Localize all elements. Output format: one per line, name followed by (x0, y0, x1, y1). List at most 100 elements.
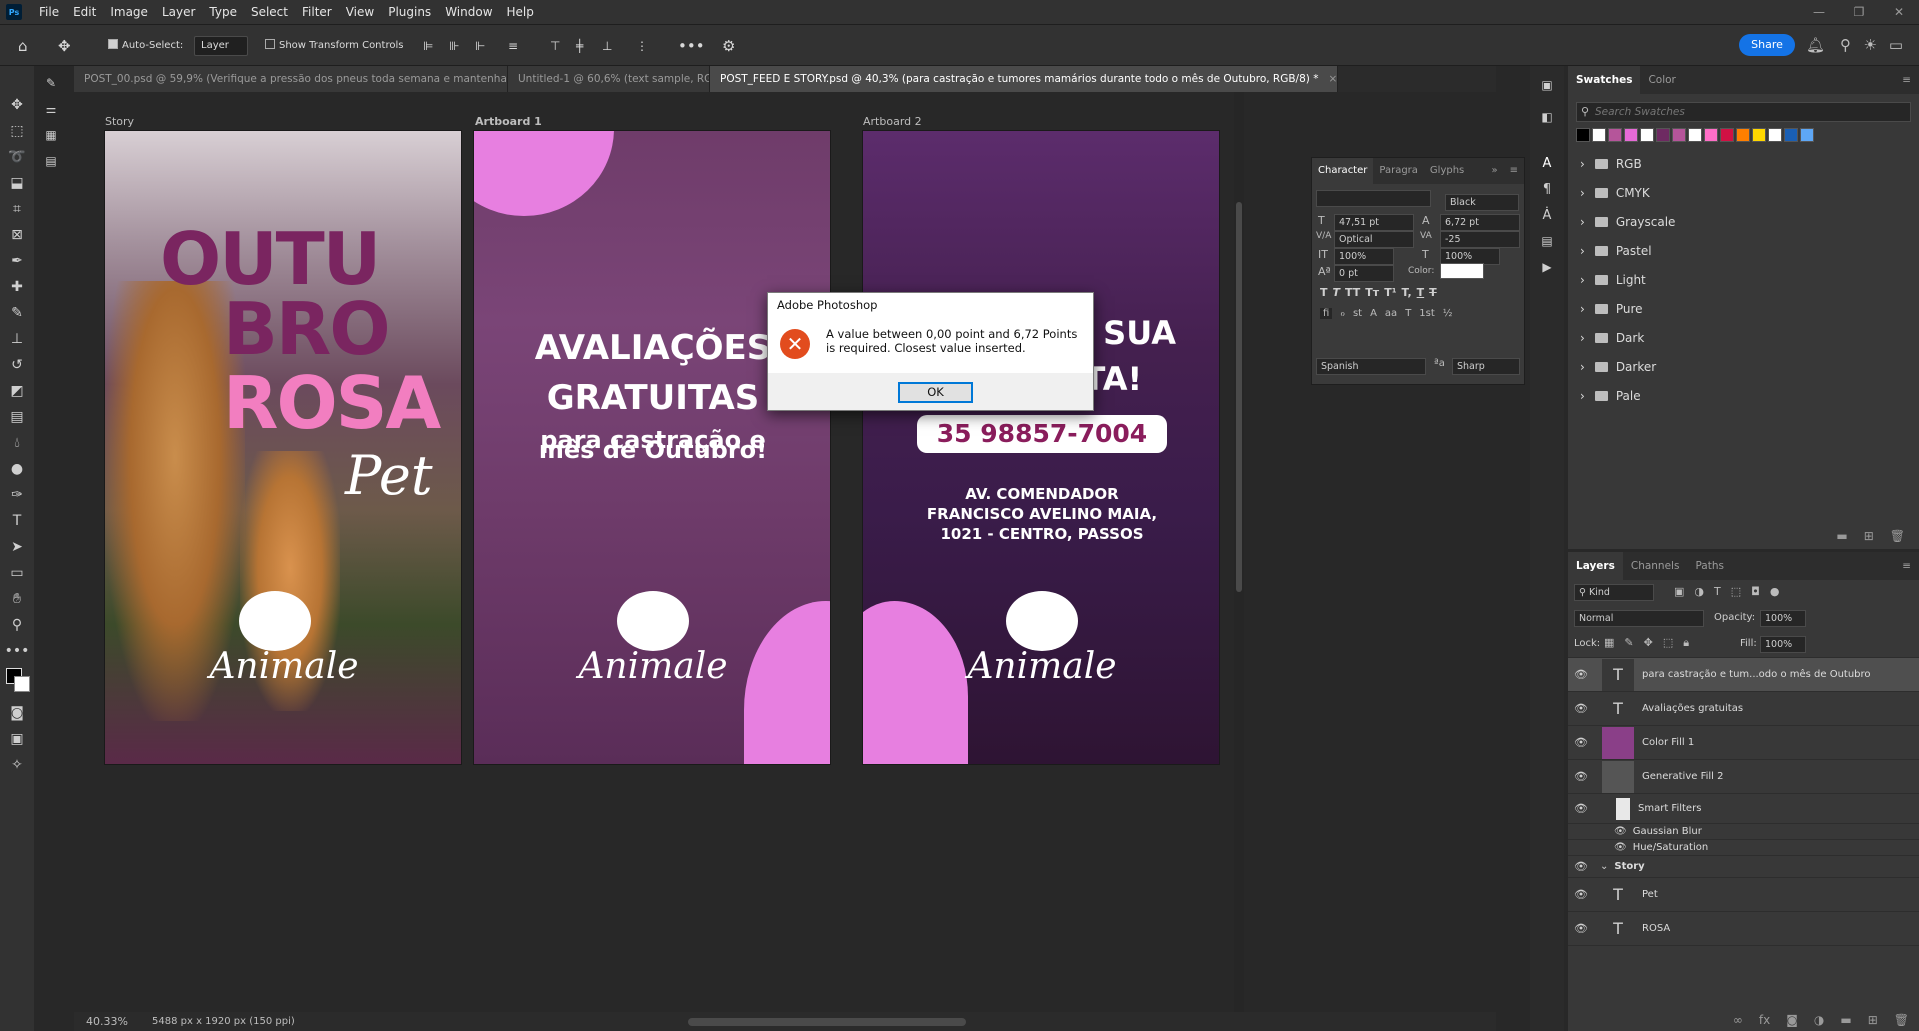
lock-position-icon[interactable]: ✥ (1644, 636, 1653, 650)
menu-type[interactable]: Type (202, 5, 244, 19)
superscript-button[interactable]: T¹ (1384, 286, 1396, 299)
tab-color[interactable]: Color (1640, 66, 1683, 94)
align-right-icon[interactable]: ⊩ (475, 25, 485, 67)
visibility-eye-icon[interactable]: 👁︎ (1568, 702, 1594, 715)
alt-ligatures-button[interactable]: ℴ (1340, 308, 1345, 319)
clone-stamp-tool-icon[interactable]: ⊥ (0, 326, 34, 352)
discover-icon[interactable]: ☀ (1864, 24, 1877, 66)
swatch-chip[interactable] (1640, 128, 1654, 142)
artboard-story[interactable]: OUTU BRO ROSA Pet Animale (104, 130, 462, 765)
crop-tool-icon[interactable]: ⌗ (0, 196, 34, 222)
visibility-eye-icon[interactable]: 👁︎ (1568, 668, 1594, 681)
opacity-field[interactable]: 100% (1760, 610, 1806, 627)
frame-tool-icon[interactable]: ⊠ (0, 222, 34, 248)
hand-tool-icon[interactable]: ✋︎ (0, 586, 34, 612)
screen-mode-icon[interactable]: ▣ (0, 726, 34, 752)
menu-window[interactable]: Window (438, 5, 499, 19)
fx-icon[interactable]: fx (1759, 1013, 1770, 1027)
artboard-label-1[interactable]: Artboard 1 (475, 115, 542, 128)
filter-toggle-icon[interactable]: ● (1770, 585, 1780, 598)
swatch-folder[interactable]: › Light (1568, 266, 1919, 295)
filter-smart-icon[interactable]: ◘ (1751, 585, 1760, 598)
anti-alias-select[interactable]: Sharp (1452, 358, 1520, 375)
chevron-right-icon[interactable]: › (1580, 157, 1585, 171)
contextual-button[interactable]: T (1405, 308, 1411, 319)
restore-icon[interactable]: ❐ (1839, 0, 1879, 24)
swatch-folder[interactable]: › Pure (1568, 295, 1919, 324)
adjust-icon[interactable]: ⚌ (40, 96, 62, 122)
swatch-search[interactable]: ⚲ (1576, 102, 1911, 122)
align-middle-icon[interactable]: ╪ (576, 25, 583, 67)
tab-post-00[interactable]: POST_00.psd @ 59,9% (Verifique a pressão… (74, 66, 508, 92)
glyphs-panel-icon[interactable]: Ȧ (1530, 202, 1564, 228)
move-tool-icon[interactable]: ✥ (0, 92, 34, 118)
titling-button[interactable]: aa (1385, 308, 1397, 319)
delete-icon[interactable]: 🗑︎ (1890, 529, 1905, 543)
object-select-tool-icon[interactable]: ⬓ (0, 170, 34, 196)
tab-layers[interactable]: Layers (1568, 552, 1623, 580)
menu-edit[interactable]: Edit (66, 5, 103, 19)
swash-button[interactable]: A (1370, 308, 1377, 319)
language-select[interactable]: Spanish (1316, 358, 1426, 375)
align-bottom-icon[interactable]: ⊥ (602, 25, 612, 67)
zoom-level[interactable]: 40.33% (86, 1015, 128, 1028)
visibility-eye-icon[interactable]: 👁︎ (1568, 922, 1594, 935)
photoshop-app-icon[interactable]: Ps (6, 4, 22, 20)
type-tool-icon[interactable]: T (0, 508, 34, 534)
swatch-chip[interactable] (1704, 128, 1718, 142)
layer-row[interactable]: 👁︎ ⌄ Story (1568, 856, 1919, 878)
edit-toolbar-icon[interactable]: ••• (0, 638, 34, 664)
layer-row[interactable]: 👁︎ T ROSA (1568, 912, 1919, 946)
chevron-right-icon[interactable]: › (1580, 244, 1585, 258)
gear-icon[interactable]: ⚙ (722, 25, 735, 67)
layer-row[interactable]: 👁︎ Generative Fill 2 (1568, 760, 1919, 794)
tab-glyphs[interactable]: Glyphs (1424, 158, 1470, 184)
menu-file[interactable]: File (32, 5, 66, 19)
tab-paths[interactable]: Paths (1687, 552, 1732, 580)
swatch-chip[interactable] (1736, 128, 1750, 142)
tab-post-feed-story[interactable]: POST_FEED E STORY.psd @ 40,3% (para cast… (710, 66, 1338, 92)
more-options-icon[interactable]: ••• (678, 25, 705, 67)
generative-icon[interactable]: ✧ (0, 752, 34, 778)
chevron-right-icon[interactable]: › (1580, 360, 1585, 374)
visibility-eye-icon[interactable]: 👁︎ (1568, 770, 1594, 783)
add-mask-icon[interactable]: ◙ (1786, 1013, 1798, 1027)
small-caps-button[interactable]: Tт (1365, 286, 1379, 299)
new-swatch-icon[interactable]: ⊞ (1864, 529, 1874, 543)
swatch-folder[interactable]: › Dark (1568, 324, 1919, 353)
pen-tool-icon[interactable]: ✑ (0, 482, 34, 508)
menu-help[interactable]: Help (500, 5, 541, 19)
ligatures-button[interactable]: fi (1320, 308, 1333, 319)
swatch-folder[interactable]: › CMYK (1568, 179, 1919, 208)
swatch-chip[interactable] (1768, 128, 1782, 142)
libraries-panel-icon[interactable]: ▤ (1530, 228, 1564, 254)
actions-panel-icon[interactable]: ▶ (1530, 254, 1564, 280)
quick-mask-icon[interactable]: ◙ (0, 700, 34, 726)
close-tab-icon[interactable]: × (1328, 73, 1337, 85)
ok-button[interactable]: OK (898, 382, 973, 403)
character-panel-icon[interactable]: A (1530, 150, 1564, 176)
grid-icon[interactable]: ▦ (40, 122, 62, 148)
swatch-folder[interactable]: › Pastel (1568, 237, 1919, 266)
lasso-tool-icon[interactable]: ➰ (0, 144, 34, 170)
artboard-2[interactable]: AGENDE A SUA CONSULTA! 35 98857-7004 AV.… (862, 130, 1220, 765)
layer-filter-kind[interactable]: ⚲ Kind (1574, 584, 1654, 601)
swatch-chip[interactable] (1720, 128, 1734, 142)
swatch-search-input[interactable] (1595, 103, 1895, 121)
horizontal-scroll-thumb[interactable] (688, 1018, 966, 1026)
layer-row[interactable]: 👁︎ T Avaliações gratuitas (1568, 692, 1919, 726)
visibility-eye-icon[interactable]: 👁︎ (1568, 802, 1594, 815)
swatch-chip[interactable] (1656, 128, 1670, 142)
chevron-right-icon[interactable]: › (1580, 389, 1585, 403)
document-info[interactable]: 5488 px x 1920 px (150 ppi) (152, 1016, 295, 1027)
swatch-folder[interactable]: › Grayscale (1568, 208, 1919, 237)
visibility-eye-icon[interactable]: 👁︎ (1568, 860, 1594, 873)
workspace-icon[interactable]: ▭ (1889, 24, 1903, 66)
align-vcenter-icon[interactable]: ⊤ (550, 25, 560, 67)
new-group-icon[interactable]: ▬ (1836, 529, 1847, 543)
filter-pixel-icon[interactable]: ▣ (1674, 585, 1684, 598)
share-button[interactable]: Share (1739, 34, 1795, 56)
panel-collapse-icon[interactable]: » (1485, 158, 1503, 184)
tracking-field[interactable]: -25 (1440, 231, 1520, 248)
swatch-folder[interactable]: › Pale (1568, 382, 1919, 411)
